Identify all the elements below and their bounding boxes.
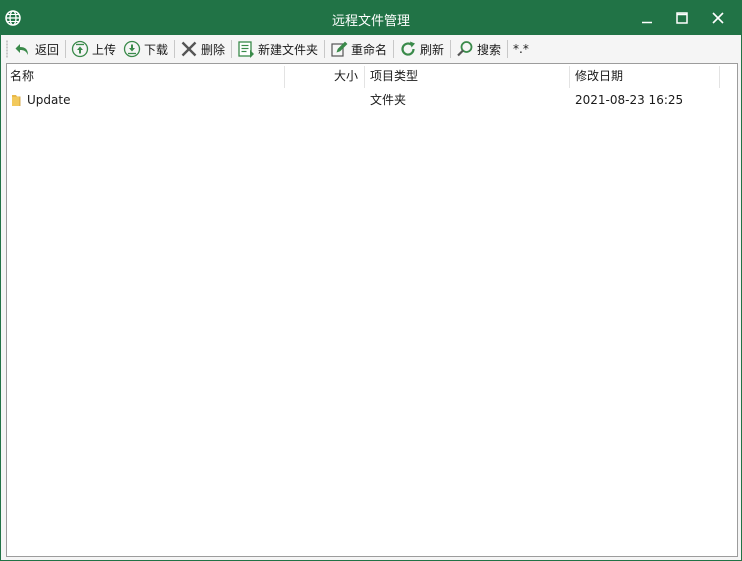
upload-button[interactable]: 上传	[71, 38, 116, 60]
minimize-icon	[642, 21, 652, 24]
search-icon	[457, 41, 473, 57]
title-bar[interactable]: 远程文件管理	[1, 1, 741, 35]
toolbar-grip[interactable]	[6, 40, 8, 58]
table-row[interactable]: Update 文件夹 2021-08-23 16:25	[7, 89, 737, 111]
column-header-size[interactable]: 大小	[285, 64, 358, 89]
refresh-icon	[401, 41, 415, 56]
delete-x-icon	[181, 41, 197, 57]
column-header-row: 名称 大小 项目类型 修改日期	[7, 64, 737, 89]
delete-label: 删除	[201, 42, 226, 57]
upload-label: 上传	[92, 42, 117, 57]
toolbar: 返回 上传 下载 删除 新建文件夹 重命名 刷新 搜索 *.*	[1, 35, 741, 63]
rename-button[interactable]: 重命名	[330, 38, 387, 60]
upload-icon	[71, 40, 89, 58]
download-icon	[123, 40, 141, 58]
rename-pencil-icon	[331, 41, 348, 57]
row-name: Update	[27, 93, 71, 107]
toolbar-separator	[174, 40, 175, 58]
download-button[interactable]: 下载	[123, 38, 168, 60]
search-label: 搜索	[477, 42, 502, 57]
column-divider[interactable]	[569, 66, 570, 88]
back-button[interactable]: 返回	[14, 38, 59, 60]
column-divider[interactable]	[364, 66, 365, 88]
folder-icon	[12, 95, 21, 106]
new-folder-button[interactable]: 新建文件夹	[237, 38, 318, 60]
minimize-button[interactable]	[629, 1, 665, 35]
remote-file-manager-window: 远程文件管理 返回 上传 下载 删除 新建文件夹 重命名 刷新 搜索 *.* 名…	[0, 0, 742, 561]
toolbar-separator	[393, 40, 394, 58]
back-arrow-icon	[15, 44, 28, 55]
new-folder-icon	[238, 41, 254, 58]
row-type: 文件夹	[370, 93, 407, 107]
toolbar-separator	[231, 40, 232, 58]
column-header-name[interactable]: 名称	[10, 64, 280, 89]
new-folder-label: 新建文件夹	[258, 42, 319, 57]
back-label: 返回	[35, 42, 60, 57]
refresh-label: 刷新	[420, 42, 445, 57]
column-header-type[interactable]: 项目类型	[370, 64, 560, 89]
refresh-button[interactable]: 刷新	[399, 38, 444, 60]
row-size	[285, 89, 358, 111]
download-label: 下载	[144, 42, 169, 57]
column-header-modified[interactable]: 修改日期	[575, 64, 715, 89]
toolbar-separator	[65, 40, 66, 58]
delete-button[interactable]: 删除	[180, 38, 225, 60]
toolbar-separator	[324, 40, 325, 58]
file-list[interactable]: 名称 大小 项目类型 修改日期 Update 文件夹 2021-08-23 16…	[6, 63, 738, 557]
search-button[interactable]: 搜索	[456, 38, 501, 60]
row-modified: 2021-08-23 16:25	[575, 93, 684, 107]
column-divider[interactable]	[719, 66, 720, 88]
file-filter[interactable]: *.*	[513, 42, 529, 56]
close-button[interactable]	[700, 1, 736, 35]
toolbar-separator	[450, 40, 451, 58]
rename-label: 重命名	[351, 42, 388, 57]
close-icon	[712, 12, 724, 24]
maximize-icon	[676, 12, 688, 24]
maximize-button[interactable]	[664, 1, 700, 35]
toolbar-separator	[507, 40, 508, 58]
